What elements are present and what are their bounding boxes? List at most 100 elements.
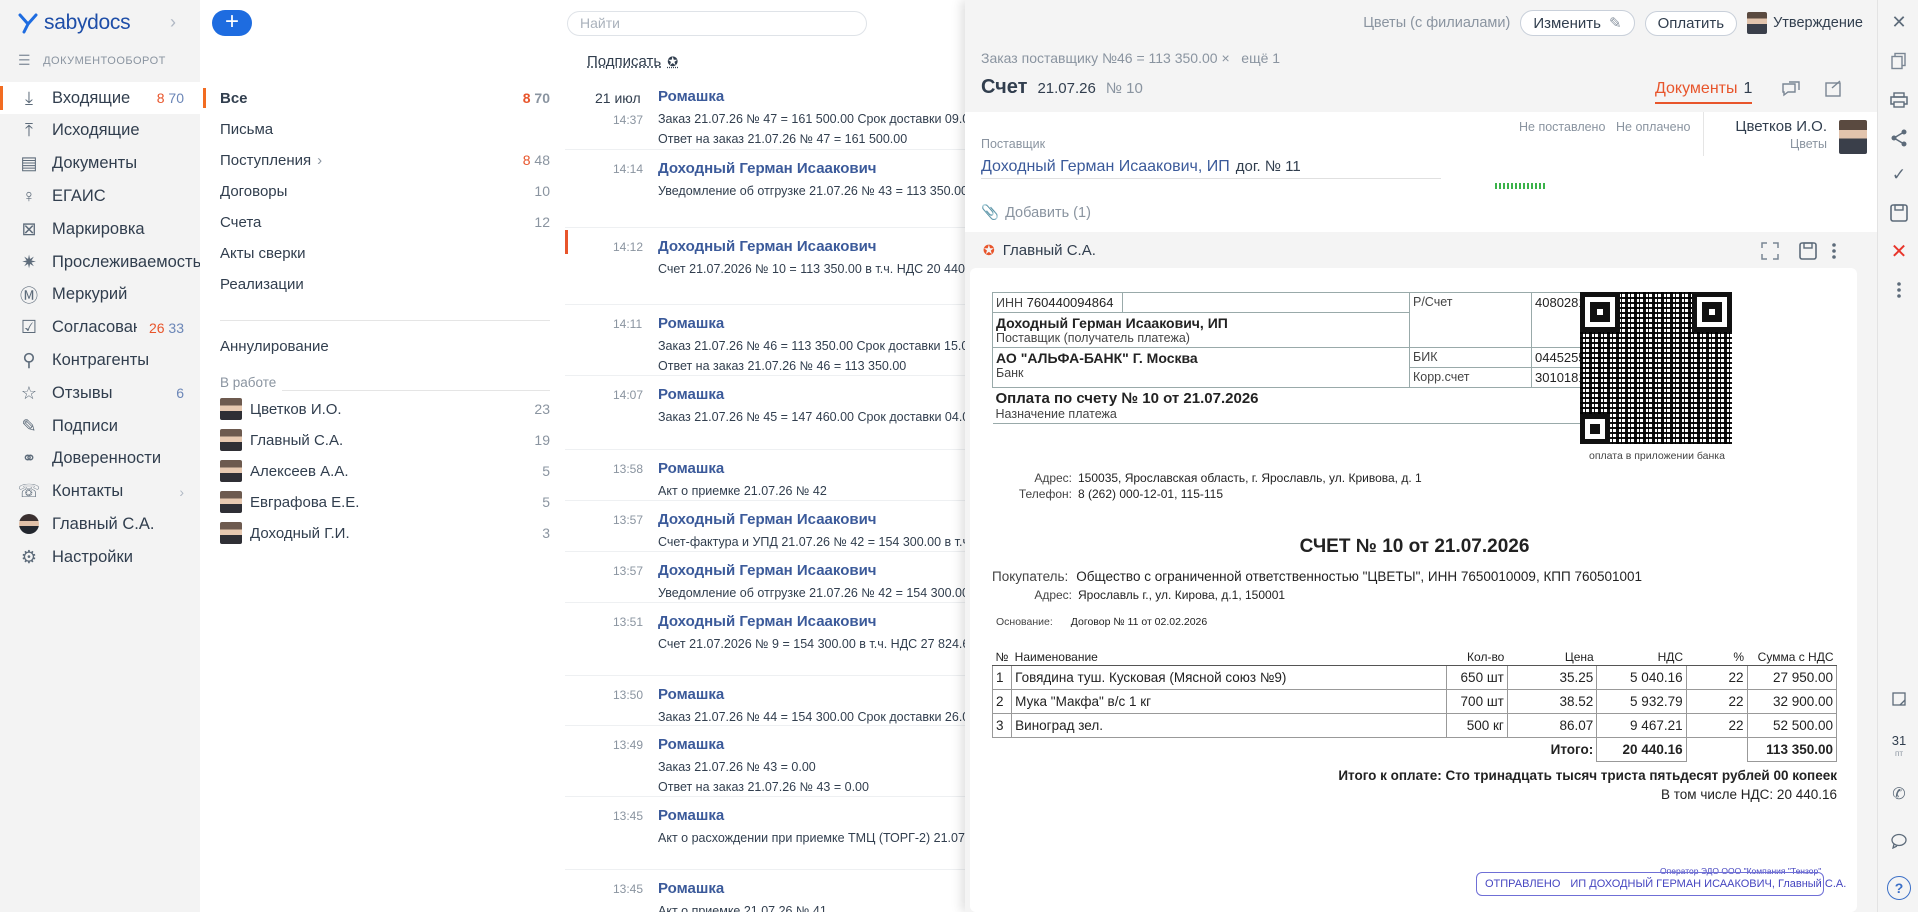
item-sender: Ромашка (658, 460, 725, 477)
doc-number[interactable]: № 10 (1106, 80, 1143, 97)
filter-cancellation[interactable]: Аннулирование (200, 331, 565, 361)
approve-button[interactable]: Утверждение (1747, 12, 1863, 34)
chevron-right-icon[interactable]: › (317, 152, 322, 169)
list-item[interactable]: 13:45 Ромашка Акт о приемке 21.07.26 № 41 (565, 870, 965, 912)
filter-item-3[interactable]: Договоры 10 (200, 176, 565, 206)
share-icon[interactable] (1888, 127, 1910, 149)
more-icon[interactable] (1888, 279, 1910, 301)
nav-item-6[interactable]: Ⓜ Меркурий (0, 279, 200, 311)
section-label: ДОКУМЕНТООБОРОТ (43, 54, 166, 67)
nav-item-10[interactable]: ✎ Подписи (0, 410, 200, 442)
logo[interactable]: sabydocs (18, 9, 131, 37)
pay-button[interactable]: Оплатить (1644, 10, 1738, 36)
employee-item[interactable]: Доходный Г.И. 3 (200, 518, 565, 548)
calendar-widget[interactable]: 31 пт (1886, 734, 1912, 760)
contract-number[interactable]: дог. № 11 (1236, 158, 1301, 175)
chevron-right-icon[interactable]: › (170, 12, 176, 33)
inn-cell: ИНН 760440094864 (992, 292, 1123, 313)
nav-item-7[interactable]: ☑ Согласования 26 33 (0, 312, 200, 344)
crumb-more[interactable]: ещё 1 (1241, 50, 1280, 66)
section-header[interactable]: ☰ ДОКУМЕНТООБОРОТ (18, 52, 166, 69)
expand-icon[interactable] (1759, 240, 1781, 262)
list-item[interactable]: 14:12 Доходный Герман Исаакович Счет 21.07… (565, 228, 965, 305)
list-item[interactable]: 14:14 Доходный Герман Исаакович Уведомлени… (565, 150, 965, 228)
list-item[interactable]: 21 июл 14:37 Ромашка Заказ 21.07.26 № 47 = … (565, 78, 965, 150)
nav-label: Меркурий (52, 285, 128, 304)
filter-item-6[interactable]: Реализации (200, 269, 565, 299)
search-input[interactable]: Найти (567, 11, 867, 36)
check-list-icon[interactable]: ✓ (1888, 164, 1910, 186)
message-icon[interactable] (1888, 830, 1910, 852)
nav-item-12[interactable]: ☏ Контакты › (0, 476, 200, 508)
help-icon[interactable]: ? (1887, 876, 1911, 900)
column-header: Наименование (1011, 649, 1447, 666)
nav-item-3[interactable]: ♀ ЕГАИС (0, 180, 200, 212)
inn-value: 760440094864 (1026, 295, 1114, 310)
crumb-text[interactable]: Заказ поставщику №46 = 113 350.00 (981, 50, 1218, 66)
list-item[interactable]: 13:51 Доходный Герман Исаакович Счет 21.07… (565, 603, 965, 676)
person-avatar[interactable] (1839, 120, 1867, 154)
phone-label: Телефон: (1018, 487, 1072, 501)
item-name: Виноград зел. (1011, 713, 1447, 738)
total-row: Итого: 20 440.16 113 350.00 (993, 737, 1838, 762)
menu-icon[interactable]: ☰ (18, 52, 31, 69)
filter-item-5[interactable]: Акты сверки (200, 238, 565, 268)
column-header: % (1686, 649, 1748, 666)
nav-item-8[interactable]: ⚲ Контрагенты (0, 344, 200, 376)
qr-code[interactable] (1580, 292, 1732, 444)
save-icon[interactable] (1797, 240, 1819, 262)
employee-item[interactable]: Цветков И.О. 23 (200, 394, 565, 424)
nav-item-4[interactable]: ⊠ Маркировка (0, 213, 200, 245)
nav-item-1[interactable]: ⤒ Исходящие (0, 115, 200, 147)
employee-item[interactable]: Алексеев А.А. 5 (200, 456, 565, 486)
chat-icon[interactable] (1780, 78, 1802, 100)
list-item[interactable]: 14:07 Ромашка Заказ 21.07.26 № 45 = 147 46… (565, 376, 965, 450)
close-icon[interactable]: × (1221, 50, 1229, 66)
task-icon[interactable] (1823, 78, 1845, 100)
right-toolbar: ✕ ✓ ✕ 31 пт ✆ ? (1877, 0, 1918, 912)
list-item[interactable]: 13:45 Ромашка Акт о расхождении при приемк… (565, 797, 965, 870)
nav-item-2[interactable]: ▤ Документы (0, 148, 200, 180)
nav-item-9[interactable]: ☆ Отзывы 6 (0, 377, 200, 409)
copy-icon[interactable] (1888, 50, 1910, 72)
employee-item[interactable]: Главный С.А. 19 (200, 425, 565, 455)
list-item[interactable]: 13:57 Доходный Герман Исаакович Уведомлени… (565, 552, 965, 603)
nav-item-14[interactable]: ⚙ Настройки (0, 541, 200, 573)
chevron-right-icon[interactable]: › (179, 484, 184, 500)
doc-date[interactable]: 21.07.26 (1037, 80, 1095, 97)
nav-item-13[interactable]: Главный С.А. (0, 508, 200, 540)
nav-item-5[interactable]: ✷ Прослеживаемость (0, 246, 200, 278)
list-item[interactable]: 13:49 Ромашка Заказ 21.07.26 № 43 = 0.00 От… (565, 726, 965, 797)
sign-link[interactable]: Подписать ✪ (587, 53, 678, 70)
breadcrumb[interactable]: Заказ поставщику №46 = 113 350.00 × ещё … (981, 50, 1280, 66)
org-label[interactable]: Цветы (с филиалами) (1363, 15, 1510, 31)
add-button[interactable]: + (212, 10, 252, 36)
list-item[interactable]: 13:58 Ромашка Акт о приемке 21.07.26 № 42 (565, 450, 965, 501)
delete-icon[interactable]: ✕ (1888, 240, 1910, 263)
phone-icon[interactable]: ✆ (1888, 783, 1910, 805)
list-item[interactable]: 13:57 Доходный Герман Исаакович Счет-факту… (565, 501, 965, 552)
filter-item-4[interactable]: Счета 12 (200, 207, 565, 237)
print-icon[interactable] (1888, 89, 1910, 111)
signature-stamp[interactable]: ОТПРАВЛЕНО ИП ДОХОДНЫЙ ГЕРМАН ИСААКОВИЧ,… (1476, 872, 1846, 896)
signer[interactable]: ✪ Главный С.А. (983, 242, 1096, 259)
employee-item[interactable]: Евграфова Е.Е. 5 (200, 487, 565, 517)
filter-item-1[interactable]: Письма (200, 114, 565, 144)
change-button[interactable]: Изменить ✎ (1520, 10, 1635, 36)
list-item[interactable]: 14:11 Ромашка Заказ 21.07.26 № 46 = 113 35… (565, 305, 965, 376)
add-attachment[interactable]: 📎 Добавить (1) (981, 204, 1091, 222)
save-icon[interactable] (1888, 202, 1910, 224)
more-icon[interactable] (1823, 240, 1845, 262)
filter-item-0[interactable]: Все 8 70 (200, 83, 565, 113)
tab-documents[interactable]: Документы 1 (1655, 80, 1753, 104)
item-sum: 27 950.00 (1746, 665, 1838, 690)
supplier[interactable]: Доходный Герман Исаакович, ИП дог. № 11 (981, 158, 1301, 176)
list-item[interactable]: 13:50 Ромашка Заказ 21.07.26 № 44 = 154 30… (565, 676, 965, 726)
close-panel-icon[interactable]: ✕ (1888, 11, 1910, 33)
notes-icon[interactable] (1888, 688, 1910, 710)
nav-item-11[interactable]: ⚭ Доверенности (0, 443, 200, 475)
filter-item-2[interactable]: Поступления › 8 48 (200, 145, 565, 175)
responsible-person[interactable]: Цветков И.О. Цветы (1735, 118, 1827, 151)
seal-icon: ✪ (983, 242, 995, 258)
nav-item-0[interactable]: ⤓ Входящие 8 70 (0, 82, 200, 114)
